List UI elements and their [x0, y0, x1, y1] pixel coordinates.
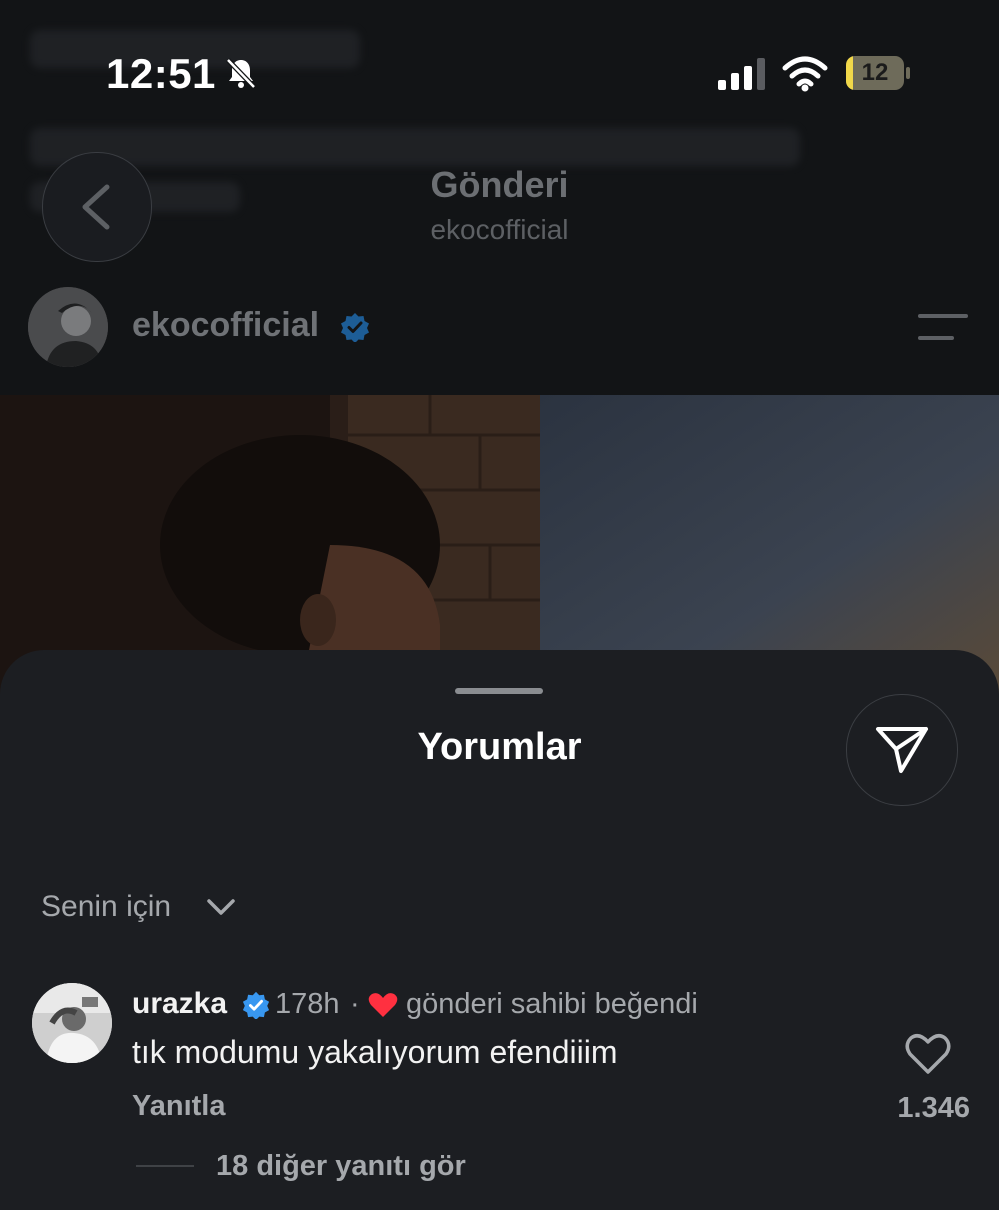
- status-time: 12:51: [106, 50, 216, 97]
- commenter-username[interactable]: urazka: [132, 987, 227, 1021]
- battery-level: 12: [861, 59, 889, 86]
- status-bar: 12:51 12: [0, 0, 999, 140]
- sheet-grabber[interactable]: [455, 688, 543, 694]
- like-count: 1.346: [897, 1092, 970, 1124]
- page-subtitle: ekocofficial: [430, 214, 569, 245]
- verified-badge-icon: [341, 313, 369, 342]
- post-author-avatar[interactable]: [28, 287, 108, 367]
- send-icon: [876, 727, 928, 773]
- share-button[interactable]: [846, 694, 958, 806]
- reply-button[interactable]: Yanıtla: [132, 1090, 226, 1123]
- wifi-icon: [782, 56, 828, 92]
- comment-text: tık modumu yakalıyorum efendiiim: [132, 1034, 618, 1070]
- bell-slash-icon: [226, 58, 256, 89]
- comment-sort-dropdown[interactable]: Senin için: [41, 890, 171, 924]
- page-title: Gönderi: [430, 164, 569, 205]
- comments-sheet: Yorumlar Senin için urazka 178h · gönder…: [0, 650, 999, 1210]
- chevron-down-icon[interactable]: [205, 896, 237, 918]
- verified-badge-icon: [242, 991, 270, 1019]
- owner-liked-label: gönderi sahibi beğendi: [406, 988, 698, 1020]
- cellular-signal-icon: [718, 58, 765, 90]
- heart-filled-icon: [368, 993, 398, 1017]
- comment-timestamp: 178h: [275, 988, 340, 1020]
- replies-divider: [136, 1165, 194, 1167]
- commenter-avatar[interactable]: [32, 983, 112, 1063]
- view-more-replies[interactable]: 18 diğer yanıtı gör: [216, 1150, 466, 1183]
- meta-separator: ·: [350, 988, 360, 1020]
- heart-outline-icon[interactable]: [904, 1032, 952, 1076]
- post-author-username[interactable]: ekocofficial: [132, 306, 319, 345]
- menu-icon[interactable]: [916, 312, 970, 342]
- battery-icon: 12: [846, 56, 910, 90]
